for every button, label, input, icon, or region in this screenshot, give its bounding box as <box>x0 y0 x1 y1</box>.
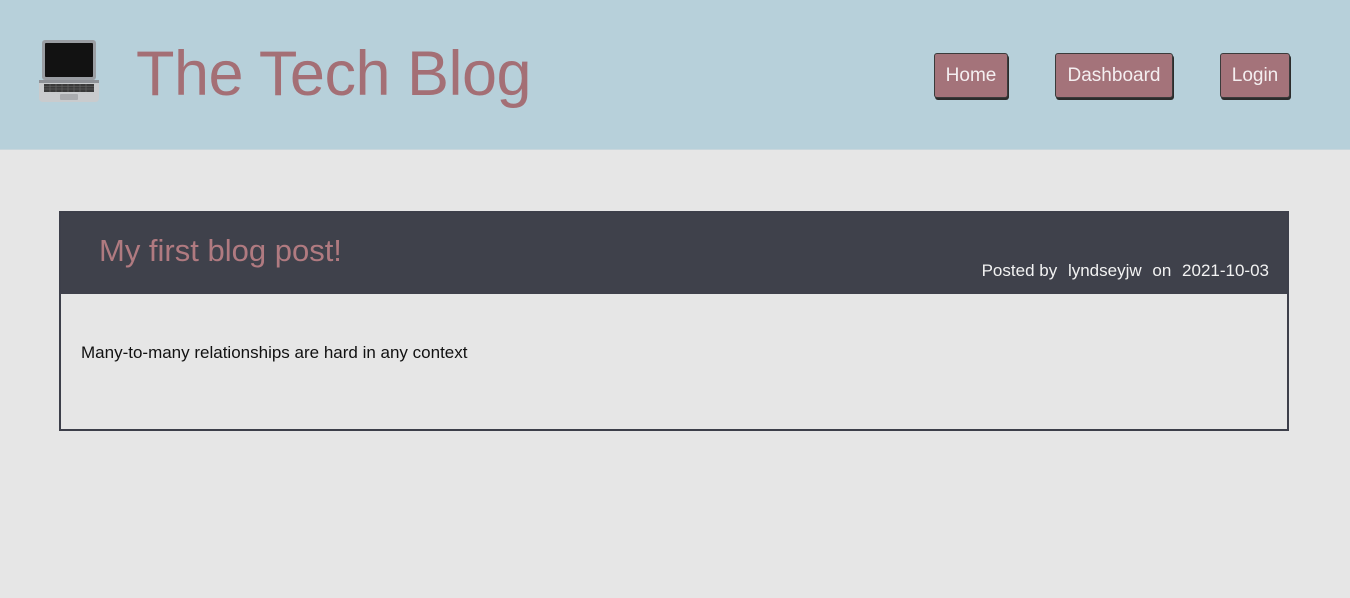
site-title[interactable]: The Tech Blog <box>136 36 532 112</box>
post-title[interactable]: My first blog post! <box>99 233 342 269</box>
on-label: on <box>1152 261 1172 280</box>
blog-post-card[interactable]: My first blog post! Posted by lyndseyjw … <box>59 211 1289 431</box>
nav-home-button[interactable]: Home <box>934 53 1008 98</box>
laptop-icon <box>36 38 102 106</box>
post-body: Many-to-many relationships are hard in a… <box>81 343 468 362</box>
nav-login-button[interactable]: Login <box>1220 53 1290 98</box>
post-author: lyndseyjw <box>1067 261 1142 280</box>
post-date: 2021-10-03 <box>1182 261 1269 280</box>
posted-by-label: Posted by <box>981 261 1058 280</box>
post-header: My first blog post! Posted by lyndseyjw … <box>61 213 1287 294</box>
post-meta: Posted by lyndseyjw on 2021-10-03 <box>982 261 1269 281</box>
nav-dashboard-button[interactable]: Dashboard <box>1055 53 1173 98</box>
site-header: The Tech Blog Home Dashboard Login <box>0 0 1350 150</box>
